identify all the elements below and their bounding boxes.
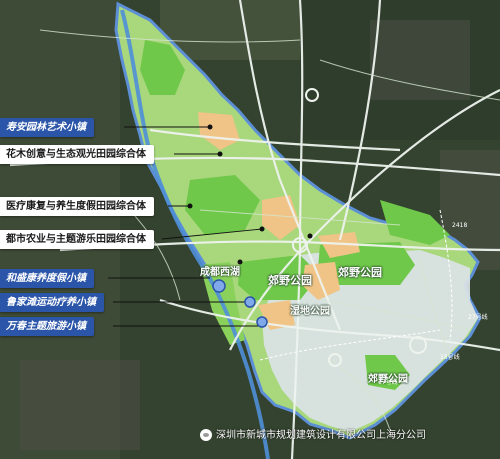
label-huamu-complex: 花木创意与生态观光田园综合体: [0, 145, 154, 164]
place-wetland-park: 湿地公园: [290, 306, 330, 317]
town-marker-lujiatan: [244, 296, 256, 308]
map-mark: 18号线: [440, 354, 460, 361]
map-stage: 寿安园林艺术小镇 花木创意与生态观光田园综合体 医疗康复与养生度假田园综合体 都…: [0, 0, 500, 459]
town-marker-wanchun: [256, 316, 268, 328]
label-dushi-complex: 都市农业与主题游乐田园综合体: [0, 230, 154, 249]
map-mark: 2418: [452, 222, 468, 229]
label-shouan-art-town: 寿安园林艺术小镇: [0, 118, 94, 137]
watermark: 深圳市新城市规划建筑设计有限公司上海分公司: [200, 428, 426, 444]
urban-patch: [370, 20, 470, 100]
place-jiaoye-park-east: 郊野公园: [338, 266, 382, 279]
wechat-icon: [200, 429, 212, 441]
map-mark: 17号线: [378, 379, 398, 386]
label-lujiatan-town: 鲁家滩运动疗养小镇: [0, 293, 104, 312]
label-hesheng-town: 和盛康养度假小镇: [0, 269, 94, 288]
map-mark: 27号线: [468, 314, 488, 321]
urban-patch: [20, 360, 140, 450]
label-wanchun-town: 万春主题旅游小镇: [0, 317, 94, 336]
town-marker-hesheng: [212, 279, 226, 293]
place-jiaoye-park-west: 郊野公园: [268, 274, 312, 287]
place-chengdu-xihu: 成都西湖: [200, 267, 240, 278]
label-yiliao-complex: 医疗康复与养生度假田园综合体: [0, 197, 154, 216]
watermark-text: 深圳市新城市规划建筑设计有限公司上海分公司: [216, 430, 426, 441]
